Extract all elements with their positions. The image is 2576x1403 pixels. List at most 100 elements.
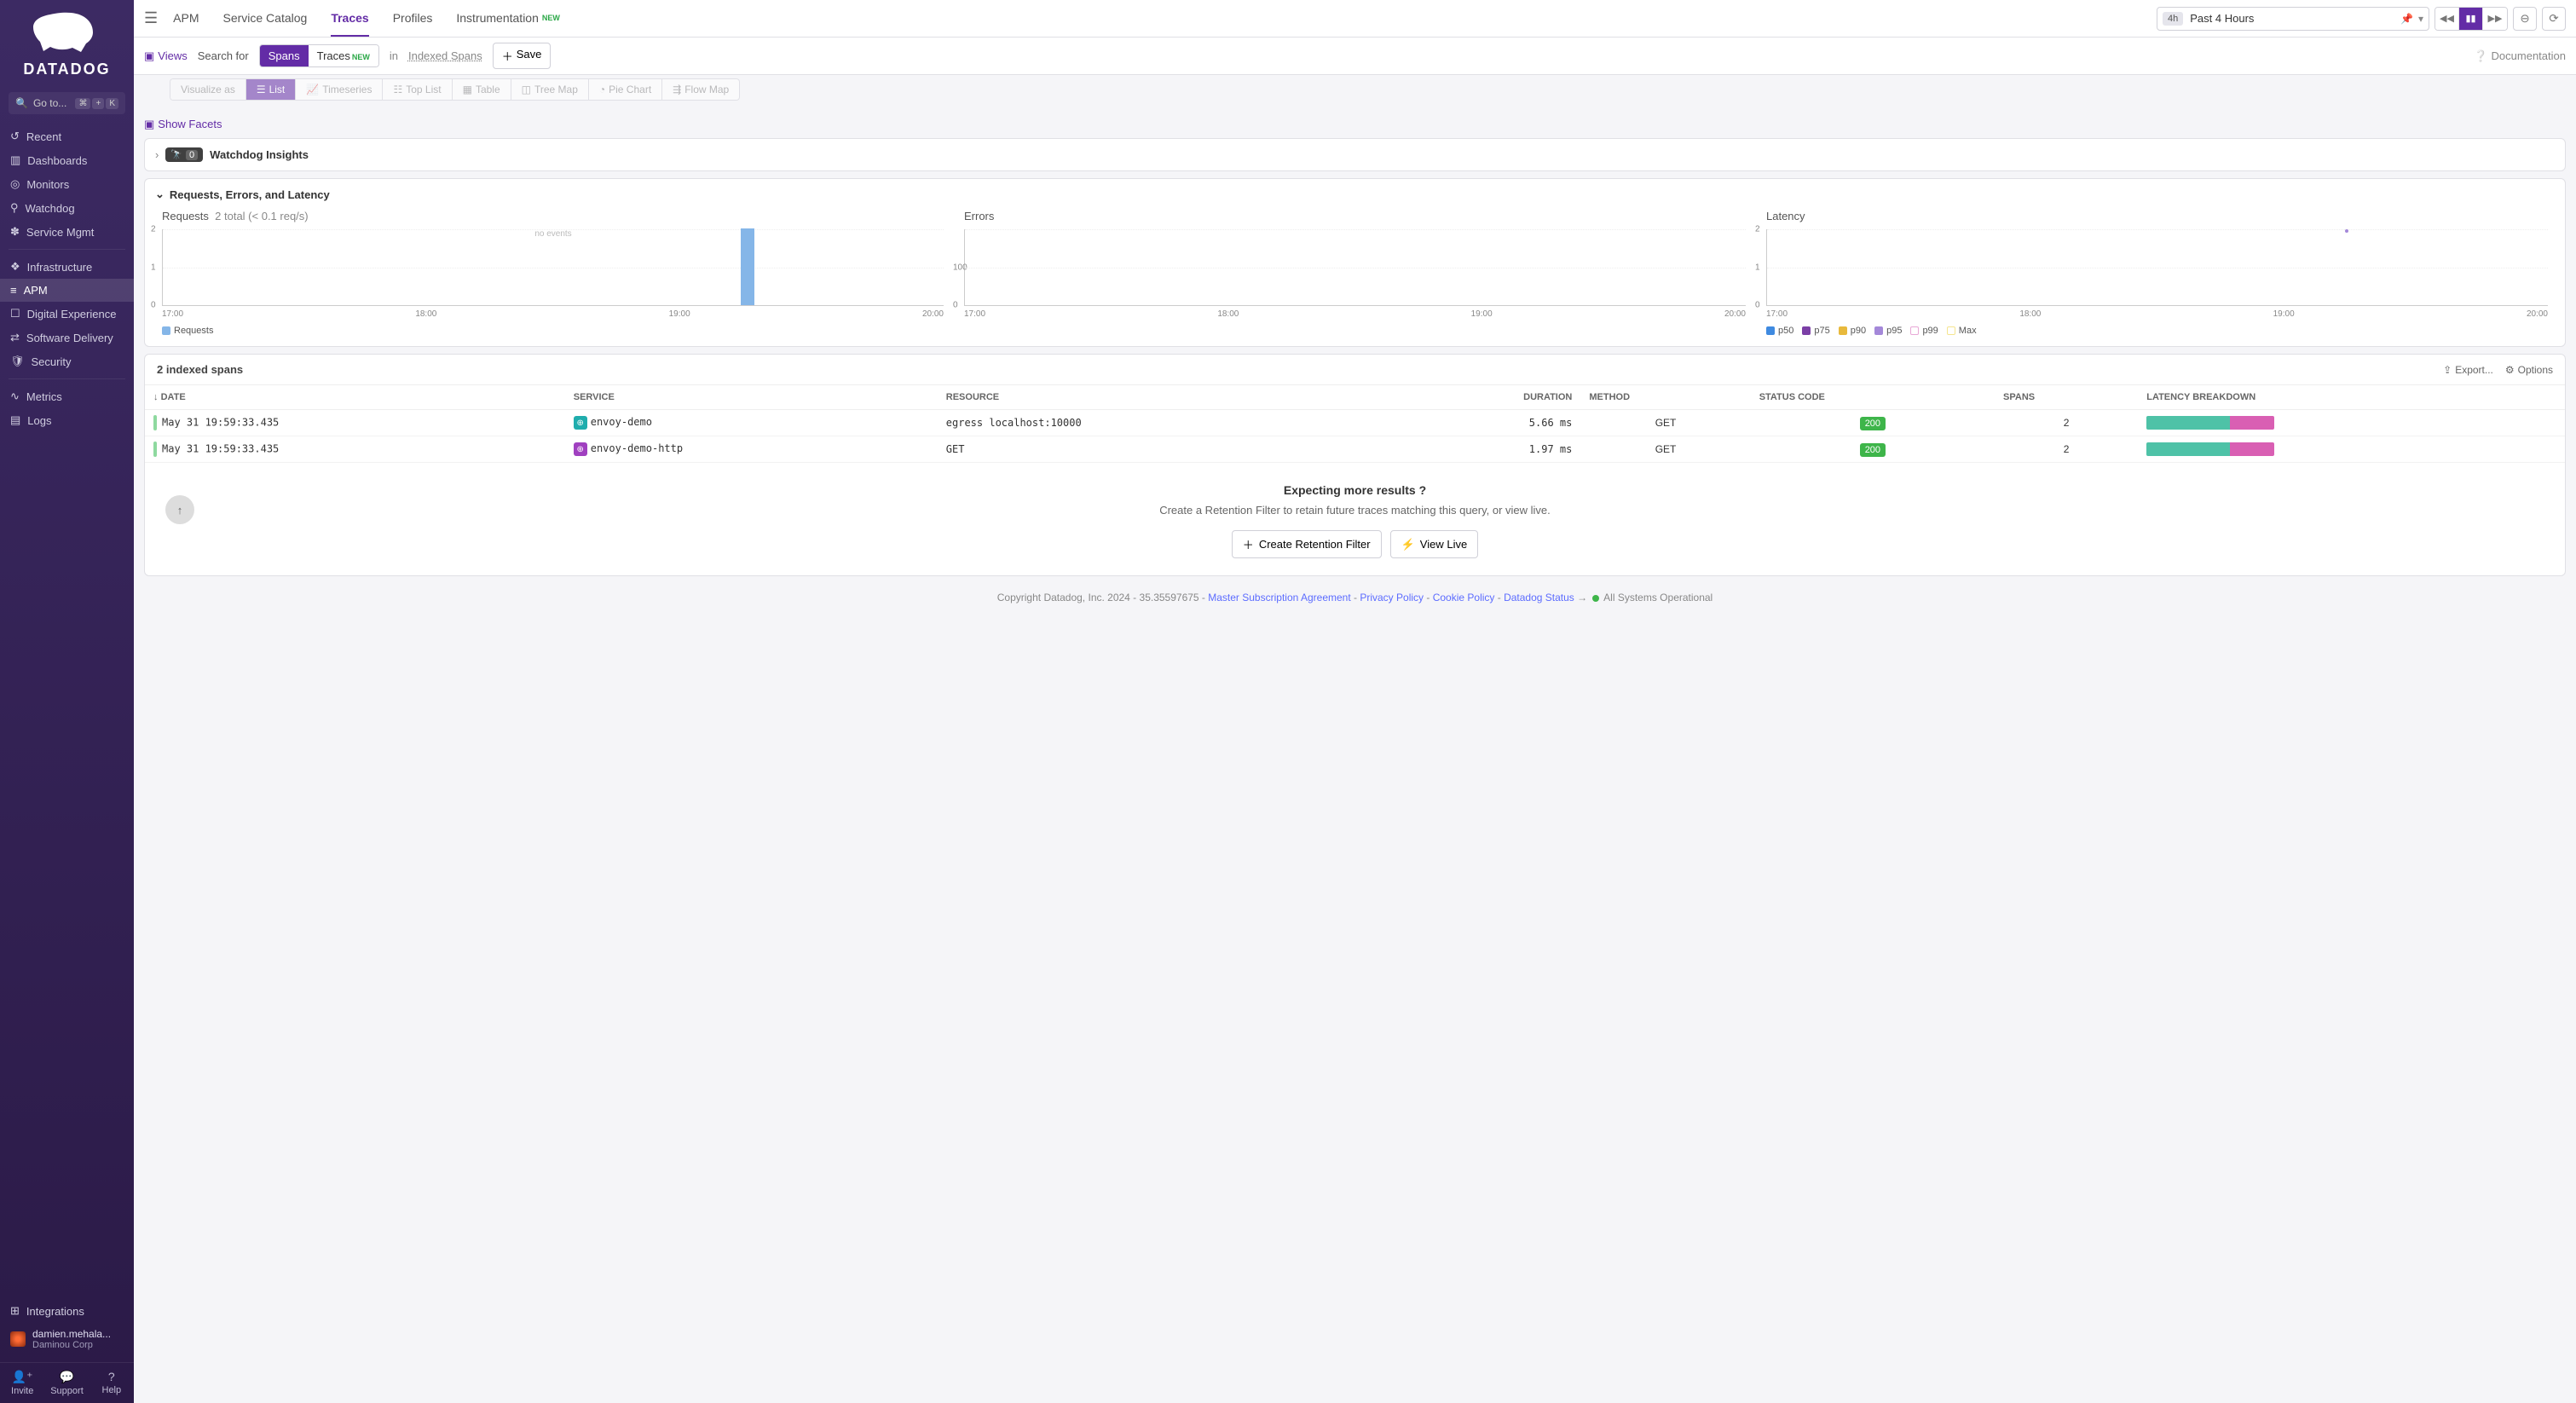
footer-link[interactable]: Datadog Status bbox=[1504, 592, 1574, 603]
legend-max[interactable]: Max bbox=[1947, 326, 1977, 336]
options-button[interactable]: ⚙Options bbox=[2505, 364, 2553, 376]
nav-icon: ▤ bbox=[10, 413, 20, 427]
content: Visualize as☰ List📈 Timeseries☷ Top List… bbox=[134, 75, 2576, 1403]
tab-profiles[interactable]: Profiles bbox=[393, 0, 433, 37]
viz-flow-map[interactable]: ⇶ Flow Map bbox=[662, 79, 739, 100]
views-button[interactable]: ▣ Views bbox=[144, 49, 188, 63]
view-live-button[interactable]: ⚡View Live bbox=[1390, 530, 1479, 558]
sidebar-item-integrations[interactable]: ⊞ Integrations bbox=[10, 1299, 124, 1323]
col-method[interactable]: METHOD bbox=[1580, 385, 1750, 410]
legend-p99[interactable]: p99 bbox=[1910, 326, 1938, 336]
page-footer: Copyright Datadog, Inc. 2024 - 35.355976… bbox=[144, 576, 2566, 610]
watchdog-count: 0 bbox=[186, 150, 198, 160]
latency-chart-area[interactable]: 210 bbox=[1766, 229, 2548, 306]
topbar: ☰ APM Service Catalog Traces Profiles Instru… bbox=[134, 0, 2576, 38]
time-nav: ◀◀ ▮▮ ▶▶ bbox=[2434, 7, 2508, 31]
save-button[interactable]: ＋Save bbox=[493, 43, 552, 69]
nav-icon: ◎ bbox=[10, 177, 20, 191]
time-picker[interactable]: 4h Past 4 Hours 📌▾ bbox=[2157, 7, 2429, 31]
sidebar-item-digital-experience[interactable]: ☐Digital Experience bbox=[0, 302, 134, 326]
footer-link[interactable]: Cookie Policy bbox=[1433, 592, 1495, 603]
legend-p95[interactable]: p95 bbox=[1874, 326, 1902, 336]
errors-chart-area[interactable]: 1000 bbox=[964, 229, 1746, 306]
refresh-button[interactable]: ⟳ bbox=[2542, 7, 2566, 31]
legend-p50[interactable]: p50 bbox=[1766, 326, 1793, 336]
footer-link[interactable]: Privacy Policy bbox=[1360, 592, 1424, 603]
show-facets-button[interactable]: ▣ Show Facets bbox=[144, 111, 2566, 138]
time-back-button[interactable]: ◀◀ bbox=[2435, 8, 2459, 30]
documentation-link[interactable]: ❔Documentation bbox=[2474, 49, 2566, 63]
logo[interactable]: DATADOG bbox=[0, 0, 134, 85]
sidebar-item-infrastructure[interactable]: ❖Infrastructure bbox=[0, 255, 134, 279]
chevron-down-icon[interactable]: ⌄ bbox=[155, 188, 165, 201]
tab-service-catalog[interactable]: Service Catalog bbox=[222, 0, 307, 37]
indexed-spans-link[interactable]: Indexed Spans bbox=[408, 49, 482, 62]
service-icon: ⊕ bbox=[574, 416, 587, 430]
nav-icon: ☐ bbox=[10, 307, 20, 320]
tab-traces[interactable]: Traces bbox=[331, 0, 368, 37]
col-duration[interactable]: DURATION bbox=[1387, 385, 1580, 410]
chat-icon: 💬 bbox=[48, 1370, 85, 1384]
chevron-right-icon[interactable]: › bbox=[155, 148, 159, 161]
viz-label: Visualize as bbox=[170, 79, 246, 100]
empty-state: Expecting more results ? Create a Retent… bbox=[145, 463, 2565, 575]
invite-button[interactable]: 👤⁺Invite bbox=[0, 1363, 44, 1403]
sidebar-item-dashboards[interactable]: ▥Dashboards bbox=[0, 148, 134, 172]
footer-link[interactable]: Master Subscription Agreement bbox=[1208, 592, 1350, 603]
goto-search[interactable]: 🔍 Go to... ⌘+K bbox=[9, 92, 125, 114]
col-spans[interactable]: SPANS bbox=[1995, 385, 2138, 410]
sidebar-item-watchdog[interactable]: ⚲Watchdog bbox=[0, 196, 134, 220]
col-status-code[interactable]: STATUS CODE bbox=[1751, 385, 1995, 410]
nav-icon: ↺ bbox=[10, 130, 20, 143]
rel-header[interactable]: ⌄ Requests, Errors, and Latency bbox=[145, 179, 2565, 210]
sidebar-item-metrics[interactable]: ∿Metrics bbox=[0, 384, 134, 408]
sidebar-item-apm[interactable]: ≡APM bbox=[0, 279, 134, 302]
goto-placeholder: Go to... bbox=[33, 97, 66, 109]
viz-tree-map[interactable]: ◫ Tree Map bbox=[511, 79, 589, 100]
pill-traces[interactable]: TracesNEW bbox=[309, 45, 378, 66]
tab-apm[interactable]: APM bbox=[173, 0, 199, 37]
viz-list[interactable]: ☰ List bbox=[246, 79, 296, 100]
col-date[interactable]: DATE bbox=[145, 385, 565, 410]
sidebar-item-service-mgmt[interactable]: ✽Service Mgmt bbox=[0, 220, 134, 244]
binoculars-icon: 🔭 bbox=[170, 149, 182, 160]
legend-p75[interactable]: p75 bbox=[1802, 326, 1829, 336]
search-for-label: Search for bbox=[198, 49, 249, 62]
errors-chart: Errors 1000 17:0018:0019:0020:00 bbox=[964, 210, 1746, 336]
sidebar-item-software-delivery[interactable]: ⇄Software Delivery bbox=[0, 326, 134, 349]
help-button[interactable]: ?Help bbox=[90, 1363, 134, 1403]
col-resource[interactable]: RESOURCE bbox=[938, 385, 1387, 410]
sidebar-item-logs[interactable]: ▤Logs bbox=[0, 408, 134, 432]
pause-button[interactable]: ▮▮ bbox=[2459, 8, 2483, 30]
sidebar-item-monitors[interactable]: ◎Monitors bbox=[0, 172, 134, 196]
table-row[interactable]: May 31 19:59:33.435 ⊕envoy-demo egress l… bbox=[145, 410, 2565, 436]
viz-top-list[interactable]: ☷ Top List bbox=[383, 79, 452, 100]
zoom-out-button[interactable]: ⊖ bbox=[2513, 7, 2537, 31]
user-menu[interactable]: damien.mehala... Daminou Corp bbox=[10, 1323, 124, 1355]
col-latency-breakdown[interactable]: LATENCY BREAKDOWN bbox=[2138, 385, 2565, 410]
pill-spans[interactable]: Spans bbox=[260, 45, 309, 66]
latency-chart: Latency 210 17:0018:0019:0020:00 p50p75p… bbox=[1766, 210, 2548, 336]
legend-p90[interactable]: p90 bbox=[1839, 326, 1866, 336]
viz-timeseries[interactable]: 📈 Timeseries bbox=[296, 79, 383, 100]
sidebar-item-recent[interactable]: ↺Recent bbox=[0, 124, 134, 148]
export-button[interactable]: ⇪Export... bbox=[2443, 364, 2493, 376]
menu-icon[interactable]: ☰ bbox=[144, 9, 158, 27]
requests-chart-area[interactable]: no events 210 bbox=[162, 229, 944, 306]
rel-title: Requests, Errors, and Latency bbox=[170, 188, 330, 201]
col-service[interactable]: SERVICE bbox=[565, 385, 938, 410]
watchdog-panel[interactable]: › 🔭 0 Watchdog Insights bbox=[144, 138, 2566, 171]
scroll-top-button[interactable]: ↑ bbox=[165, 495, 194, 524]
support-button[interactable]: 💬Support bbox=[44, 1363, 89, 1403]
table-row[interactable]: May 31 19:59:33.435 ⊕envoy-demo-http GET… bbox=[145, 436, 2565, 463]
create-retention-filter-button[interactable]: ＋Create Retention Filter bbox=[1232, 530, 1382, 558]
sidebar-item-security[interactable]: 🛡Security bbox=[0, 349, 134, 373]
time-forward-button[interactable]: ▶▶ bbox=[2483, 8, 2507, 30]
invite-icon: 👤⁺ bbox=[3, 1370, 41, 1384]
spans-table-panel: 2 indexed spans ⇪Export... ⚙Options DATE… bbox=[144, 354, 2566, 576]
viz-pie-chart[interactable]: ◔ Pie Chart bbox=[589, 79, 662, 100]
tab-instrumentation[interactable]: InstrumentationNEW bbox=[456, 0, 560, 37]
viz-table[interactable]: ▦ Table bbox=[453, 79, 511, 100]
empty-desc: Create a Retention Filter to retain futu… bbox=[145, 504, 2565, 517]
sidebar-item-label: Software Delivery bbox=[26, 332, 113, 344]
